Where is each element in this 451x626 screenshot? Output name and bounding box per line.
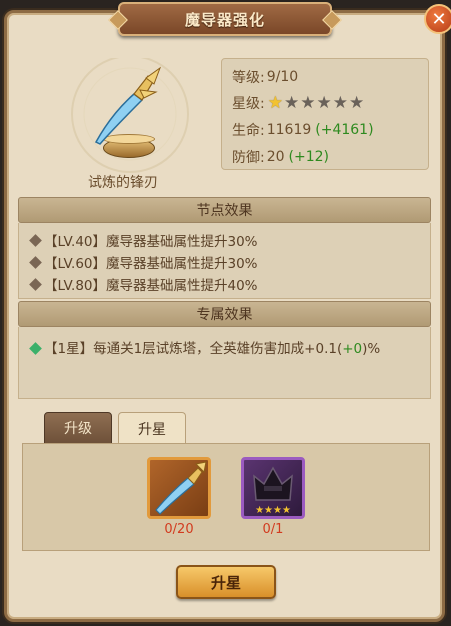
star-empty-icon: ★ [300,92,316,113]
node-effect-text: 【LV.60】魔导器基础属性提升30% [44,256,258,272]
blade-weapon-icon [94,66,162,145]
star-empty-icon: ★ [316,92,332,113]
star-empty-icon: ★ [348,92,365,113]
tab-upgrade-label: 升级 [64,421,92,437]
close-button[interactable]: ✕ [424,4,451,34]
title-banner: 魔导器强化 [118,2,332,36]
node-effect-text: 【LV.40】魔导器基础属性提升30% [44,234,258,250]
tab-star-up[interactable]: 升星 [118,412,186,444]
star-up-button[interactable]: 升星 [176,565,276,599]
material-slot-blade[interactable] [147,457,211,519]
def-label: 防御: [232,150,265,166]
def-row: 防御: 20 (+12) [232,147,329,167]
star-empty-icon: ★ [332,92,348,113]
svg-text:★★★★: ★★★★ [255,505,291,516]
level-row: 等级: 9/10 [232,67,298,87]
exclusive-effect-bonus: +0 [342,341,363,357]
hp-row: 生命: 11619 (+4161) [232,120,374,140]
node-effect-item: 【LV.60】魔导器基础属性提升30% [29,252,258,272]
star-rating: ★ ★ ★ ★ ★ ★ [267,92,365,113]
stats-panel: 等级: 9/10 星级: ★ ★ ★ ★ ★ ★ 生命: 11619 (+4161) 防御… [221,58,429,170]
hp-value: 11619 [266,122,312,138]
exclusive-effect-text: 【1星】每通关1层试炼塔，全英雄伤害加成+0.1( [44,341,343,357]
materials-panel: ★★★★ 0/20 0/1 [22,443,430,551]
node-effect-text: 【LV.80】魔导器基础属性提升40% [44,278,258,294]
tab-upgrade[interactable]: 升级 [44,412,112,444]
star-label: 星级: [232,96,265,112]
level-value: 9/10 [266,69,299,85]
exclusive-effect-item: 【1星】每通关1层试炼塔，全英雄伤害加成+0.1(+0)% [29,339,421,359]
helmet-material-count: 0/1 [262,522,284,537]
blade-material-icon [155,461,207,515]
star-filled-icon: ★ [267,92,283,113]
node-effects-title: 节点效果 [196,203,253,219]
diamond-bullet-icon [29,342,42,355]
node-effect-item: 【LV.80】魔导器基础属性提升40% [29,274,258,294]
blade-material-count: 0/20 [164,522,194,537]
star-empty-icon: ★ [283,92,300,113]
weapon-name: 试炼的锋刃 [88,175,158,191]
weapon-display [40,58,210,190]
node-effects-body: 【LV.40】魔导器基础属性提升30% 【LV.60】魔导器基础属性提升30% … [18,223,431,299]
def-bonus: (+12) [288,149,330,165]
exclusive-effects-header: 专属效果 [18,301,431,327]
exclusive-effects-title: 专属效果 [196,307,253,323]
exclusive-effect-suffix: )% [362,341,381,357]
hp-bonus: (+4161) [315,122,374,138]
dialog-title: 魔导器强化 [184,10,265,29]
helmet-material-icon: ★★★★ [253,466,293,516]
node-effect-item: 【LV.40】魔导器基础属性提升30% [29,230,258,250]
node-effects-header: 节点效果 [18,197,431,223]
hp-label: 生命: [232,123,265,139]
close-icon: ✕ [431,8,447,30]
star-row: 星级: ★ ★ ★ ★ ★ ★ [232,93,364,113]
material-slot-helmet[interactable]: ★★★★ [241,457,305,519]
diamond-bullet-icon [29,233,42,247]
tab-star-up-label: 升星 [138,421,166,438]
star-up-button-label: 升星 [210,573,241,592]
def-value: 20 [266,149,285,165]
exclusive-effects-body: 【1星】每通关1层试炼塔，全英雄伤害加成+0.1(+0)% [18,327,431,399]
level-label: 等级: [232,70,265,86]
diamond-bullet-icon [29,255,42,269]
diamond-bullet-icon [29,277,42,291]
